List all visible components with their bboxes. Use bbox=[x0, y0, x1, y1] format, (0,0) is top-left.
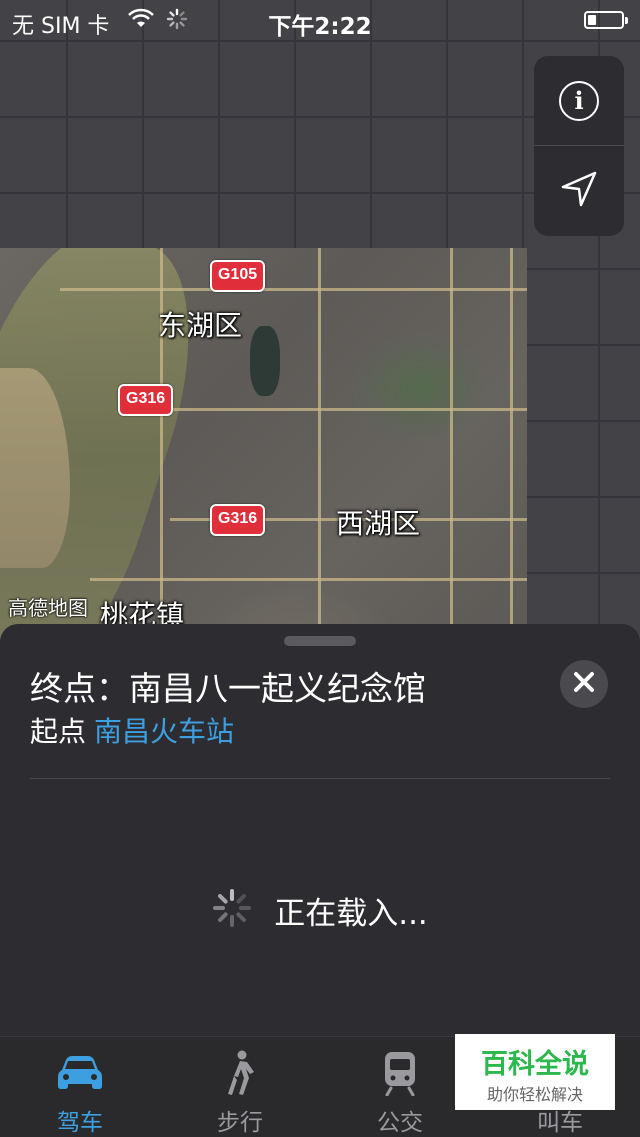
road bbox=[90, 578, 527, 581]
road bbox=[450, 248, 453, 640]
battery-icon bbox=[584, 11, 628, 29]
location-arrow-icon bbox=[557, 167, 601, 215]
satellite-map-tile[interactable]: G105 G316 G316 东湖区 西湖区 桃花镇 高德地图 bbox=[0, 248, 527, 640]
watermark-logo: 百科全说 助你轻松解决 bbox=[455, 1034, 615, 1110]
origin-row: 起点 南昌火车站 bbox=[30, 710, 234, 750]
destination-title: 终点：南昌八一起义纪念馆 bbox=[30, 669, 426, 708]
tab-label: 步行 bbox=[217, 1110, 263, 1136]
district-label-xihu: 西湖区 bbox=[336, 507, 421, 540]
status-bar: 无 SIM 卡 下午2:22 bbox=[0, 0, 640, 40]
road-shield-g105: G105 bbox=[210, 260, 266, 292]
loading-indicator: 正在载入... bbox=[0, 886, 640, 934]
spinner-icon bbox=[212, 888, 252, 932]
info-icon: i bbox=[559, 80, 599, 121]
district-label-donghu: 东湖区 bbox=[158, 309, 243, 342]
sheet-grabber[interactable] bbox=[284, 636, 356, 646]
road-shield-g316: G316 bbox=[118, 384, 174, 416]
close-button[interactable] bbox=[560, 660, 608, 708]
tab-walk[interactable]: 步行 bbox=[160, 1037, 320, 1137]
info-button[interactable]: i bbox=[534, 56, 624, 146]
map-controls: i bbox=[534, 56, 624, 236]
route-sheet: 终点：南昌八一起义纪念馆 起点 南昌火车站 正在载入... bbox=[0, 624, 640, 1036]
close-icon bbox=[573, 671, 595, 697]
watermark-title: 百科全说 bbox=[481, 1049, 589, 1080]
car-icon bbox=[0, 1049, 160, 1097]
origin-link[interactable]: 南昌火车站 bbox=[94, 715, 234, 748]
divider bbox=[30, 778, 610, 779]
tab-label: 驾车 bbox=[57, 1110, 103, 1136]
loading-text: 正在载入... bbox=[274, 895, 428, 932]
map-attribution: 高德地图 bbox=[8, 596, 88, 620]
road bbox=[140, 408, 527, 411]
locate-button[interactable] bbox=[534, 146, 624, 235]
watermark-subtitle: 助你轻松解决 bbox=[486, 1085, 583, 1104]
status-time: 下午2:22 bbox=[268, 14, 372, 40]
road bbox=[60, 288, 527, 291]
walk-icon bbox=[160, 1049, 320, 1097]
road-shield-g316: G316 bbox=[210, 504, 266, 536]
road bbox=[318, 248, 321, 640]
road bbox=[510, 248, 513, 640]
tab-drive[interactable]: 驾车 bbox=[0, 1037, 160, 1137]
lake-area bbox=[250, 326, 280, 396]
origin-label: 起点 bbox=[30, 715, 87, 748]
